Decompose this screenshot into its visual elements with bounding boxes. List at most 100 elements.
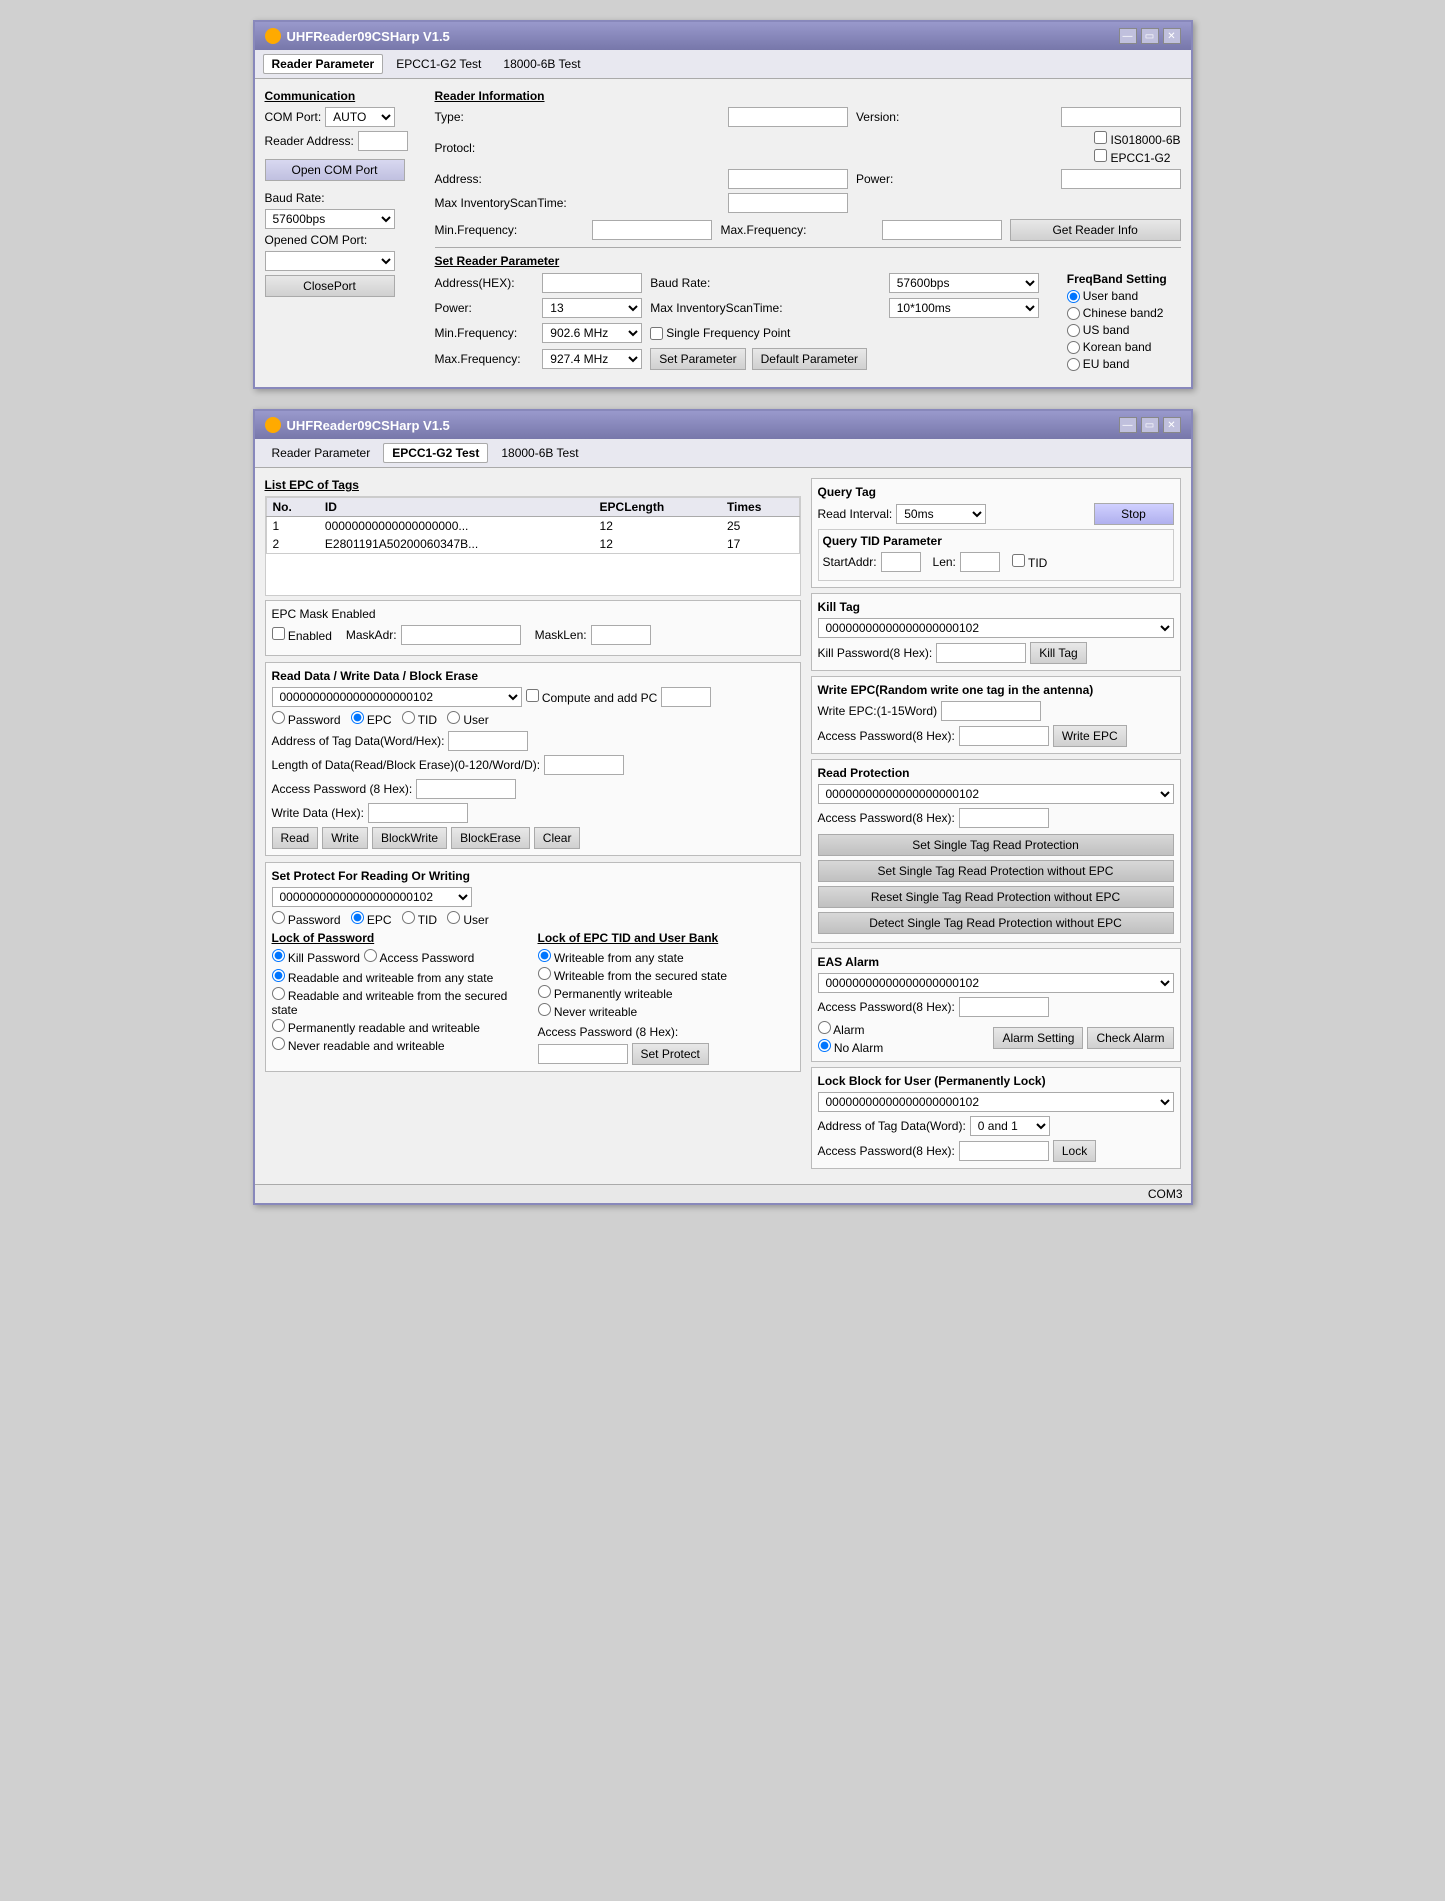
open-port-button[interactable]: Open COM Port xyxy=(265,159,405,181)
access-pwd-rw-input[interactable]: 00000000 xyxy=(416,779,516,799)
power-ri-input[interactable] xyxy=(1061,169,1181,189)
kill-pwd-radio-label[interactable]: Kill Password xyxy=(272,949,360,965)
compute-pc-checkbox[interactable] xyxy=(526,689,539,702)
baud-sp-select[interactable]: 57600bps xyxy=(889,273,1039,293)
enabled-checkbox[interactable] xyxy=(272,627,285,640)
lock-button[interactable]: Lock xyxy=(1053,1140,1096,1162)
write-button[interactable]: Write xyxy=(322,827,368,849)
len-qt-input[interactable]: 04 xyxy=(960,552,1000,572)
single-freq-label[interactable]: Single Frequency Point xyxy=(650,326,880,340)
address-sp-input[interactable]: 00 xyxy=(542,273,642,293)
protect-user-radio[interactable] xyxy=(447,911,460,924)
reader-address-input[interactable]: FF xyxy=(358,131,408,151)
block-erase-button[interactable]: BlockErase xyxy=(451,827,530,849)
freqband-eu-radio[interactable]: EU band xyxy=(1067,357,1181,371)
kill-epc-select[interactable]: 00000000000000000000102 xyxy=(818,618,1174,638)
single-freq-checkbox[interactable] xyxy=(650,327,663,340)
access-pwd-we-input[interactable]: 00000000 xyxy=(959,726,1049,746)
rw-secured-radio-label[interactable]: Readable and writeable from the secured … xyxy=(272,987,528,1017)
start-addr-input[interactable]: 02 xyxy=(881,552,921,572)
get-reader-info-button[interactable]: Get Reader Info xyxy=(1010,219,1181,241)
tid-radio[interactable] xyxy=(402,711,415,724)
read-button[interactable]: Read xyxy=(272,827,319,849)
mask-len-input[interactable]: 00 xyxy=(591,625,651,645)
restore-btn-2[interactable]: ▭ xyxy=(1141,417,1159,433)
lb-address-select[interactable]: 0 and 1 xyxy=(970,1116,1050,1136)
restore-btn-1[interactable]: ▭ xyxy=(1141,28,1159,44)
tid-radio-label[interactable]: TID xyxy=(402,711,437,727)
min-freq-sp-select[interactable]: 902.6 MHz xyxy=(542,323,642,343)
write-data-input[interactable]: 0000 xyxy=(368,803,468,823)
kill-pwd-input[interactable]: 00000000 xyxy=(936,643,1026,663)
rp-access-pwd-input[interactable]: 00000000 xyxy=(959,808,1049,828)
protect-epc-radio[interactable] xyxy=(351,911,364,924)
freqband-cn2-radio[interactable]: Chinese band2 xyxy=(1067,306,1181,320)
tab-18000-test-1[interactable]: 18000-6B Test xyxy=(494,54,589,74)
protect-tid-radio[interactable] xyxy=(402,911,415,924)
tid-checkbox-label[interactable]: TID xyxy=(1012,554,1047,570)
baud-rate-select[interactable]: 57600bps xyxy=(265,209,395,229)
protect-epc-select[interactable]: 00000000000000000000102 xyxy=(272,887,472,907)
rp-epc-select[interactable]: 00000000000000000000102 xyxy=(818,784,1174,804)
epc-radio[interactable] xyxy=(351,711,364,724)
detect-single-btn[interactable]: Detect Single Tag Read Protection withou… xyxy=(818,912,1174,934)
protect-pwd-radio[interactable] xyxy=(272,911,285,924)
perm-rw-radio-label[interactable]: Permanently readable and writeable xyxy=(272,1019,528,1035)
no-alarm-radio[interactable] xyxy=(818,1039,831,1052)
enabled-checkbox-label[interactable]: Enabled xyxy=(272,627,332,643)
iso-checkbox-label[interactable]: IS018000-6B xyxy=(1094,131,1180,147)
read-interval-select[interactable]: 50ms xyxy=(896,504,986,524)
never-writeable-radio-label[interactable]: Never writeable xyxy=(538,1003,794,1019)
stop-button[interactable]: Stop xyxy=(1094,503,1174,525)
set-parameter-button[interactable]: Set Parameter xyxy=(650,348,745,370)
protect-pwd-radio-label[interactable]: Password xyxy=(272,911,341,927)
check-alarm-button[interactable]: Check Alarm xyxy=(1087,1027,1173,1049)
len-data-input[interactable]: 4 xyxy=(544,755,624,775)
close-port-button[interactable]: ClosePort xyxy=(265,275,395,297)
mask-adr-input[interactable]: 00 xyxy=(401,625,521,645)
lb-epc-select[interactable]: 00000000000000000000102 xyxy=(818,1092,1174,1112)
epc-checkbox[interactable] xyxy=(1094,149,1107,162)
set-protect-button[interactable]: Set Protect xyxy=(632,1043,709,1065)
max-scan-sp-select[interactable]: 10*100ms xyxy=(889,298,1039,318)
max-freq-sp-select[interactable]: 927.4 MHz xyxy=(542,349,642,369)
tab-epc-test-1[interactable]: EPCC1-G2 Test xyxy=(387,54,490,74)
eas-access-pwd-input[interactable]: 00000000 xyxy=(959,997,1049,1017)
access-pwd-radio-label[interactable]: Access Password xyxy=(364,949,474,965)
protect-user-radio-label[interactable]: User xyxy=(447,911,489,927)
tab-reader-param-1[interactable]: Reader Parameter xyxy=(263,54,384,74)
power-sp-select[interactable]: 13 xyxy=(542,298,642,318)
protect-tid-radio-label[interactable]: TID xyxy=(402,911,437,927)
min-freq-ri-input[interactable] xyxy=(592,220,712,240)
no-alarm-radio-label[interactable]: No Alarm xyxy=(818,1039,990,1055)
close-btn-1[interactable]: ✕ xyxy=(1163,28,1181,44)
perm-writeable-radio-label[interactable]: Permanently writeable xyxy=(538,985,794,1001)
password-radio[interactable] xyxy=(272,711,285,724)
user-radio-label[interactable]: User xyxy=(447,711,489,727)
alarm-radio[interactable] xyxy=(818,1021,831,1034)
writeable-secured-radio-label[interactable]: Writeable from the secured state xyxy=(538,967,794,983)
minimize-btn-1[interactable]: — xyxy=(1119,28,1137,44)
set-single-no-epc-btn[interactable]: Set Single Tag Read Protection without E… xyxy=(818,860,1174,882)
password-radio-label[interactable]: Password xyxy=(272,711,341,727)
writeable-any-radio-label[interactable]: Writeable from any state xyxy=(538,949,794,965)
write-epc-button[interactable]: Write EPC xyxy=(1053,725,1127,747)
freqband-kr-radio[interactable]: Korean band xyxy=(1067,340,1181,354)
max-scan-ri-input[interactable] xyxy=(728,193,848,213)
write-epc-input[interactable]: 0000 xyxy=(941,701,1041,721)
protect-access-pwd-input[interactable]: 00000000 xyxy=(538,1044,628,1064)
compute-pc-label[interactable]: Compute and add PC xyxy=(526,689,658,705)
user-radio[interactable] xyxy=(447,711,460,724)
type-input[interactable] xyxy=(728,107,848,127)
max-freq-ri-input[interactable] xyxy=(882,220,1002,240)
tab-epc-test-2[interactable]: EPCC1-G2 Test xyxy=(383,443,488,463)
epc-checkbox-label[interactable]: EPCC1-G2 xyxy=(1094,149,1180,165)
protect-epc-radio-label[interactable]: EPC xyxy=(351,911,392,927)
epc-radio-label[interactable]: EPC xyxy=(351,711,392,727)
iso-checkbox[interactable] xyxy=(1094,131,1107,144)
rw-epc-select[interactable]: 00000000000000000000102 xyxy=(272,687,522,707)
tab-18000-test-2[interactable]: 18000-6B Test xyxy=(492,443,587,463)
clear-button[interactable]: Clear xyxy=(534,827,581,849)
eas-epc-select[interactable]: 00000000000000000000102 xyxy=(818,973,1174,993)
set-single-btn[interactable]: Set Single Tag Read Protection xyxy=(818,834,1174,856)
